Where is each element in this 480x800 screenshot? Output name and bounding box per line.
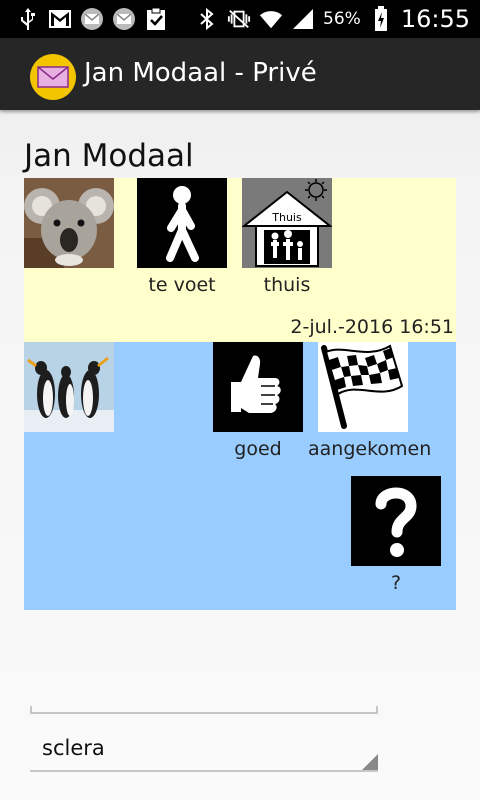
pictogram-label: goed [234, 438, 282, 460]
pictogram-label: thuis [263, 274, 311, 296]
mail-envelope-icon[interactable] [30, 54, 76, 100]
house-family-pictogram[interactable]: Thuis [242, 178, 332, 268]
signal-icon [291, 7, 315, 31]
pictogram-label: ? [390, 572, 402, 594]
dropdown-arrow-icon [362, 754, 378, 770]
walking-person-pictogram[interactable] [137, 178, 227, 268]
koala-photo [24, 178, 114, 268]
house-label: Thuis [272, 211, 302, 224]
battery-percent: 56% [323, 9, 361, 29]
message-card: te voet Thuis thuis 2-jul.-2016 16:51 [24, 178, 456, 342]
message-timestamp: 2-jul.-2016 16:51 [290, 316, 454, 338]
notification-icons [16, 6, 168, 32]
app-title: Jan Modaal - Privé [84, 58, 317, 88]
battery-charging-icon [369, 6, 393, 31]
gmail-icon [48, 7, 72, 31]
wifi-icon [259, 7, 283, 31]
penguins-photo [24, 342, 114, 432]
bluetooth-icon [195, 7, 219, 31]
clock: 16:55 [400, 5, 470, 33]
vibrate-icon [227, 7, 251, 31]
action-bar: Jan Modaal - Privé [0, 38, 480, 110]
mail-icon [112, 7, 136, 31]
thumbs-up-pictogram[interactable] [213, 342, 303, 432]
question-mark-pictogram[interactable] [351, 476, 441, 566]
pictogram-label: te voet [148, 274, 216, 296]
pictogram-label: aangekomen [308, 438, 432, 460]
pictogram-set-spinner[interactable]: sclera [30, 726, 378, 772]
status-bar: 56% 16:55 [0, 0, 480, 38]
clipboard-check-icon [144, 7, 168, 31]
message-card: goed aangekomen ? [24, 342, 456, 610]
mail-icon [80, 7, 104, 31]
page-title: Jan Modaal [24, 138, 194, 174]
usb-icon [16, 7, 40, 31]
system-icons: 56% 16:55 [195, 4, 470, 34]
divider [30, 706, 378, 714]
spinner-value: sclera [42, 736, 105, 760]
checkered-flag-pictogram[interactable] [318, 342, 408, 432]
